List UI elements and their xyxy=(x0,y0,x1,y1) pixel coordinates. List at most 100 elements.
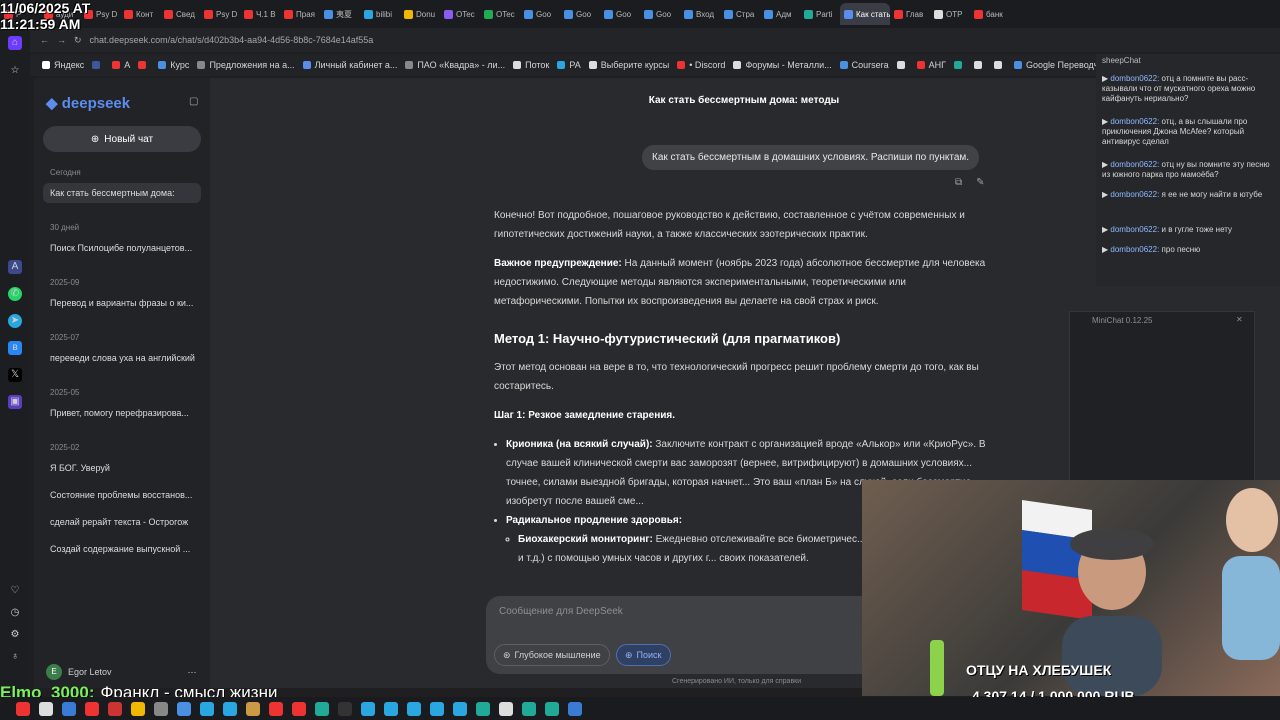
taskbar-app-icon[interactable] xyxy=(177,701,191,716)
x-icon[interactable]: 𝕏 xyxy=(8,368,22,382)
taskbar-app-icon[interactable] xyxy=(384,701,398,716)
bookmark-item[interactable]: Предложения на а... xyxy=(197,60,295,70)
taskbar-app-icon[interactable] xyxy=(292,701,306,716)
edit-icon[interactable]: ✎ xyxy=(976,177,984,188)
history-item[interactable]: Поиск Псилоцибе полуланцетов... xyxy=(50,243,198,253)
vk-icon[interactable]: в xyxy=(8,341,22,355)
deep-think-toggle[interactable]: ⊛ Глубокое мышление xyxy=(494,644,610,666)
heart-icon[interactable]: ♡ xyxy=(8,584,22,598)
browser-tab[interactable]: OTP xyxy=(930,3,970,25)
bookmark-item[interactable]: A xyxy=(112,60,130,70)
bookmark-item[interactable]: Личный кабинет а... xyxy=(302,60,397,70)
taskbar-app-icon[interactable] xyxy=(154,701,168,716)
browser-tab[interactable]: bilibi xyxy=(360,3,400,25)
whatsapp-icon[interactable]: ✆ xyxy=(8,287,22,301)
browser-tab[interactable]: Стра xyxy=(720,3,760,25)
taskbar-app-icon[interactable] xyxy=(39,701,53,716)
history-item[interactable]: Как стать бессмертным дома: xyxy=(43,183,201,203)
bookmark-item[interactable]: Поток xyxy=(513,60,549,70)
taskbar-app-icon[interactable] xyxy=(246,701,260,716)
browser-tab[interactable]: OTec xyxy=(480,3,520,25)
taskbar-app-icon[interactable] xyxy=(200,701,214,716)
taskbar-app-icon[interactable] xyxy=(338,701,352,716)
history-item[interactable]: Привет, помогу перефразирова... xyxy=(50,408,198,418)
taskbar-app-icon[interactable] xyxy=(407,701,421,716)
bookmark-item[interactable]: Coursera xyxy=(839,60,889,70)
star-icon[interactable]: ☆ xyxy=(8,64,22,78)
browser-tab[interactable]: Parti xyxy=(800,3,840,25)
reload-icon[interactable]: ↻ xyxy=(74,35,82,46)
taskbar-app-icon[interactable] xyxy=(269,701,283,716)
browser-tab[interactable]: Psy D xyxy=(200,3,240,25)
browser-tab[interactable]: Конт xyxy=(120,3,160,25)
bookmark-item[interactable]: • Discord xyxy=(677,60,725,70)
app-icon[interactable]: A xyxy=(8,260,22,274)
bookmark-item[interactable] xyxy=(994,61,1006,69)
telegram-icon[interactable]: ➤ xyxy=(8,314,22,328)
history-item[interactable]: сделай рерайт текста - Острогож xyxy=(50,517,198,527)
bookmark-item[interactable]: ПАО «Квадра» - ли... xyxy=(405,60,505,70)
taskbar-app-icon[interactable] xyxy=(361,701,375,716)
browser-tab[interactable]: Goo xyxy=(520,3,560,25)
taskbar-app-icon[interactable] xyxy=(453,701,467,716)
forward-icon[interactable]: → xyxy=(57,35,66,45)
browser-tab[interactable]: банк xyxy=(970,3,1010,25)
bookmark-item[interactable] xyxy=(92,61,104,69)
bookmark-item[interactable] xyxy=(954,61,966,69)
bookmark-item[interactable] xyxy=(974,61,986,69)
bulb-icon[interactable]: ♁ xyxy=(8,650,22,664)
bookmark-item[interactable]: АНГ xyxy=(916,60,946,70)
history-item[interactable]: Состояние проблемы восстанов... xyxy=(50,490,198,500)
browser-tab[interactable]: Goo xyxy=(640,3,680,25)
bookmark-item[interactable]: Google Переводчик xyxy=(1014,60,1107,70)
new-chat-button[interactable]: ⊕ Новый чат xyxy=(43,126,201,152)
browser-tab[interactable]: Вход xyxy=(680,3,720,25)
url-text[interactable]: chat.deepseek.com/a/chat/s/d402b3b4-aa94… xyxy=(90,35,374,45)
user-profile[interactable]: E Egor Letov ⋯ xyxy=(46,664,197,680)
history-item[interactable]: переведи слова уха на английский xyxy=(50,353,198,363)
bookmark-item[interactable]: Выберите курсы xyxy=(588,60,669,70)
more-icon[interactable]: ⋯ xyxy=(188,667,197,678)
taskbar-app-icon[interactable] xyxy=(223,701,237,716)
browser-tab[interactable]: Goo xyxy=(560,3,600,25)
browser-tab[interactable]: Адм xyxy=(760,3,800,25)
bookmark-item[interactable]: Яндекс xyxy=(42,60,84,70)
deepseek-logo[interactable]: ◆ deepseek xyxy=(46,94,130,112)
browser-tab[interactable]: Глав xyxy=(890,3,930,25)
message-input[interactable]: Сообщение для DeepSeek xyxy=(499,606,623,617)
back-icon[interactable]: ← xyxy=(40,35,49,45)
browser-tab[interactable]: Goo xyxy=(600,3,640,25)
browser-tab[interactable]: Ч.1 В xyxy=(240,3,280,25)
taskbar-app-icon[interactable] xyxy=(85,701,99,716)
history-item[interactable]: Создай содержание выпускной ... xyxy=(50,544,198,554)
browser-tab[interactable]: Свед xyxy=(160,3,200,25)
message-composer[interactable]: Сообщение для DeepSeek ⊛ Глубокое мышлен… xyxy=(486,596,886,674)
collapse-sidebar-icon[interactable]: ▢ xyxy=(189,96,198,107)
taskbar-app-icon[interactable] xyxy=(476,701,490,716)
taskbar-app-icon[interactable] xyxy=(315,701,329,716)
taskbar-app-icon[interactable] xyxy=(499,701,513,716)
taskbar-app-icon[interactable] xyxy=(430,701,444,716)
taskbar-app-icon[interactable] xyxy=(522,701,536,716)
bookmark-item[interactable]: Курс xyxy=(158,60,189,70)
taskbar-app-icon[interactable] xyxy=(16,701,30,716)
bookmark-item[interactable] xyxy=(138,61,150,69)
browser-tab[interactable]: Как стать xyxy=(840,3,890,25)
taskbar-app-icon[interactable] xyxy=(545,701,559,716)
browser-tab[interactable]: OTec xyxy=(440,3,480,25)
close-icon[interactable]: ✕ xyxy=(1236,315,1243,324)
workspace-icon[interactable]: ⌂ xyxy=(8,36,22,50)
taskbar-app-icon[interactable] xyxy=(62,701,76,716)
search-toggle[interactable]: ⊕ Поиск xyxy=(616,644,671,666)
browser-tab[interactable]: Прая xyxy=(280,3,320,25)
history-item[interactable]: Я БОГ. Уверуй xyxy=(50,463,198,473)
bookmark-item[interactable]: Форумы - Металли... xyxy=(733,60,832,70)
taskbar-app-icon[interactable] xyxy=(131,701,145,716)
bookmark-item[interactable] xyxy=(896,61,909,69)
copy-icon[interactable]: ⧉ xyxy=(955,177,962,188)
history-item[interactable]: Перевод и варианты фразы о ки... xyxy=(50,298,198,308)
settings-icon[interactable]: ⚙ xyxy=(8,628,22,642)
bookmark-item[interactable]: РА xyxy=(557,60,581,70)
browser-tab[interactable]: 夷夏 xyxy=(320,3,360,25)
app-icon-2[interactable]: ▣ xyxy=(8,395,22,409)
